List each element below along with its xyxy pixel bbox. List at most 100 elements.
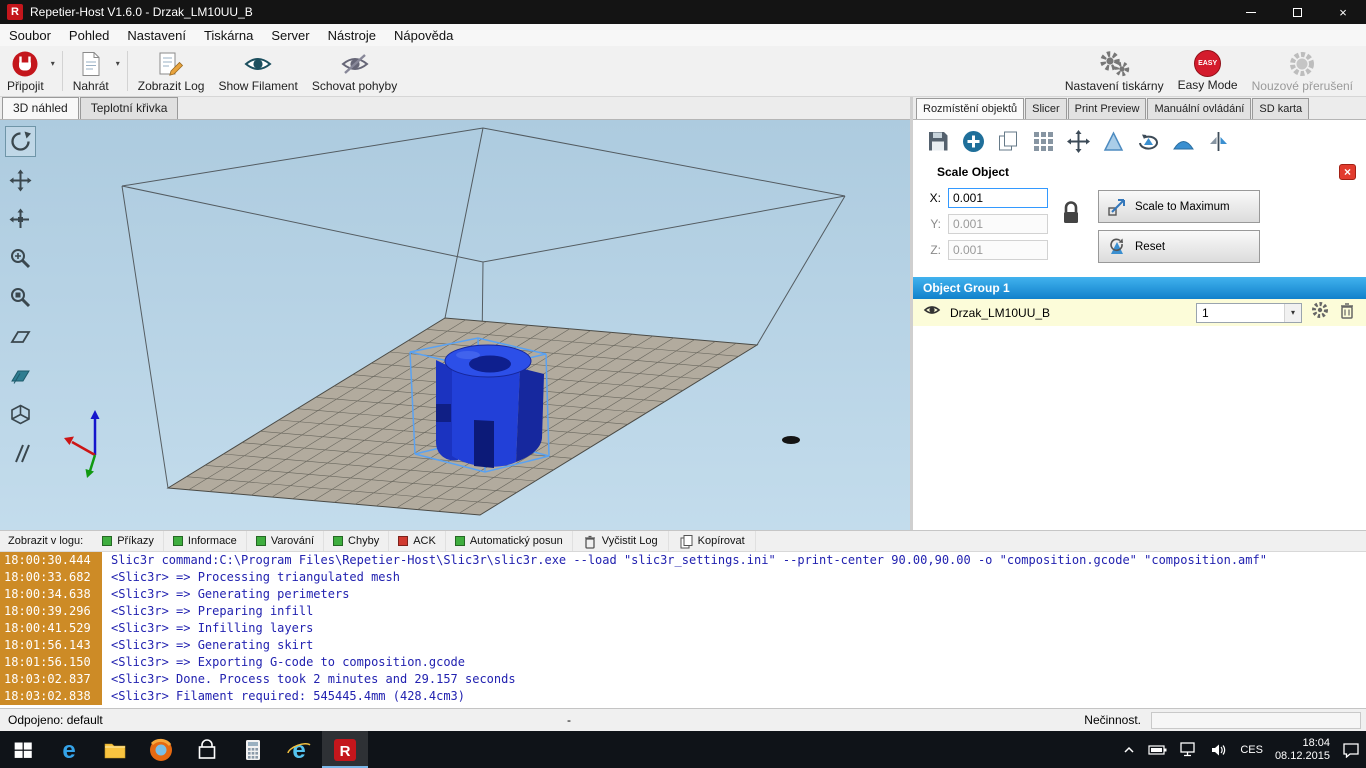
rotate-view-button[interactable] — [5, 126, 36, 157]
object-settings-button[interactable] — [1311, 301, 1329, 324]
scale-x-input[interactable] — [948, 188, 1048, 208]
menu-server[interactable]: Server — [262, 24, 318, 46]
lock-icon — [1060, 200, 1082, 226]
taskbar-edge-icon[interactable]: e — [46, 731, 92, 768]
tab-3d-view[interactable]: 3D náhled — [2, 97, 79, 119]
taskbar-repetier-icon[interactable]: R — [322, 731, 368, 768]
load-label: Nahrát — [73, 80, 109, 92]
model-drzak-lm10uu[interactable] — [436, 345, 544, 468]
scale-object-button[interactable] — [1098, 126, 1128, 156]
easy-mode-button[interactable]: EASY Easy Mode — [1171, 46, 1245, 96]
save-button[interactable] — [923, 126, 953, 156]
zoom-region-button[interactable] — [5, 282, 36, 313]
tab-print-preview[interactable]: Print Preview — [1068, 98, 1147, 119]
object-list-row[interactable]: Drzak_LM10UU_B 1 ▾ — [913, 299, 1366, 326]
3d-scene[interactable] — [0, 120, 910, 530]
log-output[interactable]: 18:00:30.444Slic3r command:C:\Program Fi… — [0, 552, 1366, 708]
menu-view[interactable]: Pohled — [60, 24, 118, 46]
scale-to-maximum-button[interactable]: Scale to Maximum — [1098, 190, 1260, 223]
fit-view-icon — [9, 325, 32, 348]
filter-state-icon — [102, 536, 112, 546]
tab-sd-card[interactable]: SD karta — [1252, 98, 1309, 119]
rotate-object-button[interactable] — [1133, 126, 1163, 156]
log-filter-ack[interactable]: ACK — [389, 531, 446, 551]
scale-y-input[interactable] — [948, 214, 1048, 234]
autoposition-button[interactable] — [1028, 126, 1058, 156]
log-filter-errors[interactable]: Chyby — [324, 531, 389, 551]
load-dropdown-caret[interactable]: ▾ — [116, 46, 124, 96]
copy-log-button[interactable]: Kopírovat — [669, 531, 756, 551]
main-toolbar: Připojit ▾ Nahrát ▾ Zobrazit Log Show Fi… — [0, 46, 1366, 97]
log-filter-commands[interactable]: Příkazy — [93, 531, 164, 551]
tray-clock[interactable]: 18:04 08.12.2015 — [1269, 731, 1336, 768]
zoom-in-button[interactable] — [5, 243, 36, 274]
parallel-projection-button[interactable] — [5, 438, 36, 469]
minimize-button[interactable] — [1228, 0, 1274, 24]
maximize-button[interactable] — [1274, 0, 1320, 24]
move-view-button[interactable] — [5, 165, 36, 196]
show-log-button[interactable]: Zobrazit Log — [131, 46, 212, 96]
start-button[interactable] — [0, 731, 46, 768]
menu-tools[interactable]: Nástroje — [319, 24, 385, 46]
log-filter-info[interactable]: Informace — [164, 531, 247, 551]
lay-flat-icon — [1171, 129, 1196, 154]
object-analysis-button[interactable] — [1203, 126, 1233, 156]
log-timestamp: 18:00:30.444 — [0, 552, 102, 569]
printer-settings-button[interactable]: Nastavení tiskárny — [1058, 46, 1171, 96]
hide-moves-button[interactable]: Schovat pohyby — [305, 46, 404, 96]
add-object-button[interactable] — [958, 126, 988, 156]
clear-log-button[interactable]: Vyčistit Log — [573, 531, 669, 551]
connect-button[interactable]: Připojit — [0, 46, 51, 96]
move-object-button[interactable] — [5, 204, 36, 235]
connect-dropdown-caret[interactable]: ▾ — [51, 46, 59, 96]
log-message: <Slic3r> => Preparing infill — [102, 603, 313, 620]
object-group-header[interactable]: Object Group 1 — [913, 277, 1366, 299]
scale-reset-button[interactable]: Reset — [1098, 230, 1260, 263]
tab-temperature-curve[interactable]: Teplotní křivka — [80, 97, 179, 119]
log-line: 18:00:34.638<Slic3r> => Generating perim… — [0, 586, 1366, 603]
center-object-button[interactable] — [1063, 126, 1093, 156]
log-panel: Zobrazit v logu: Příkazy Informace Varov… — [0, 530, 1366, 708]
taskbar-calculator-icon[interactable] — [230, 731, 276, 768]
taskbar-firefox-icon[interactable] — [138, 731, 184, 768]
filter-state-icon — [173, 536, 183, 546]
load-button[interactable]: Nahrát — [66, 46, 116, 96]
emergency-stop-button[interactable]: Nouzové přerušení — [1245, 46, 1360, 96]
eye-icon — [923, 301, 941, 319]
tray-expand-caret[interactable] — [1116, 731, 1142, 768]
3d-viewport[interactable] — [0, 120, 910, 530]
menu-file[interactable]: Soubor — [0, 24, 60, 46]
menu-help[interactable]: Nápověda — [385, 24, 462, 46]
menu-config[interactable]: Nastavení — [118, 24, 195, 46]
taskbar-ie-icon[interactable]: e — [276, 731, 322, 768]
tray-network-icon[interactable] — [1174, 731, 1204, 768]
tab-object-placement[interactable]: Rozmístění objektů — [916, 98, 1024, 119]
tab-manual-control[interactable]: Manuální ovládání — [1147, 98, 1251, 119]
scale-close-button[interactable]: × — [1339, 164, 1356, 180]
log-filter-autoscroll[interactable]: Automatický posun — [446, 531, 573, 551]
taskbar-explorer-icon[interactable] — [92, 731, 138, 768]
edge-logo-icon: e — [56, 737, 82, 763]
tray-language-label[interactable]: CES — [1234, 731, 1269, 768]
lay-flat-button[interactable] — [1168, 126, 1198, 156]
scale-lock-button[interactable] — [1060, 200, 1082, 231]
close-button[interactable]: × — [1320, 0, 1366, 24]
front-view-button[interactable] — [5, 360, 36, 391]
show-filament-button[interactable]: Show Filament — [211, 46, 304, 96]
tray-notification-icon[interactable] — [1336, 731, 1366, 768]
taskbar-store-icon[interactable] — [184, 731, 230, 768]
perspective-view-button[interactable] — [5, 399, 36, 430]
object-delete-button[interactable] — [1338, 301, 1356, 324]
copy-object-button[interactable] — [993, 126, 1023, 156]
object-visibility-toggle[interactable] — [923, 301, 941, 324]
menu-printer[interactable]: Tiskárna — [195, 24, 262, 46]
log-filter-warnings[interactable]: Varování — [247, 531, 324, 551]
copy-object-icon — [996, 129, 1021, 154]
tab-slicer[interactable]: Slicer — [1025, 98, 1067, 119]
fit-view-button[interactable] — [5, 321, 36, 352]
scale-z-input[interactable] — [948, 240, 1048, 260]
copies-dropdown[interactable]: 1 ▾ — [1196, 303, 1302, 323]
copies-value: 1 — [1197, 306, 1284, 320]
tray-volume-icon[interactable] — [1204, 731, 1234, 768]
tray-battery-icon[interactable] — [1142, 731, 1174, 768]
